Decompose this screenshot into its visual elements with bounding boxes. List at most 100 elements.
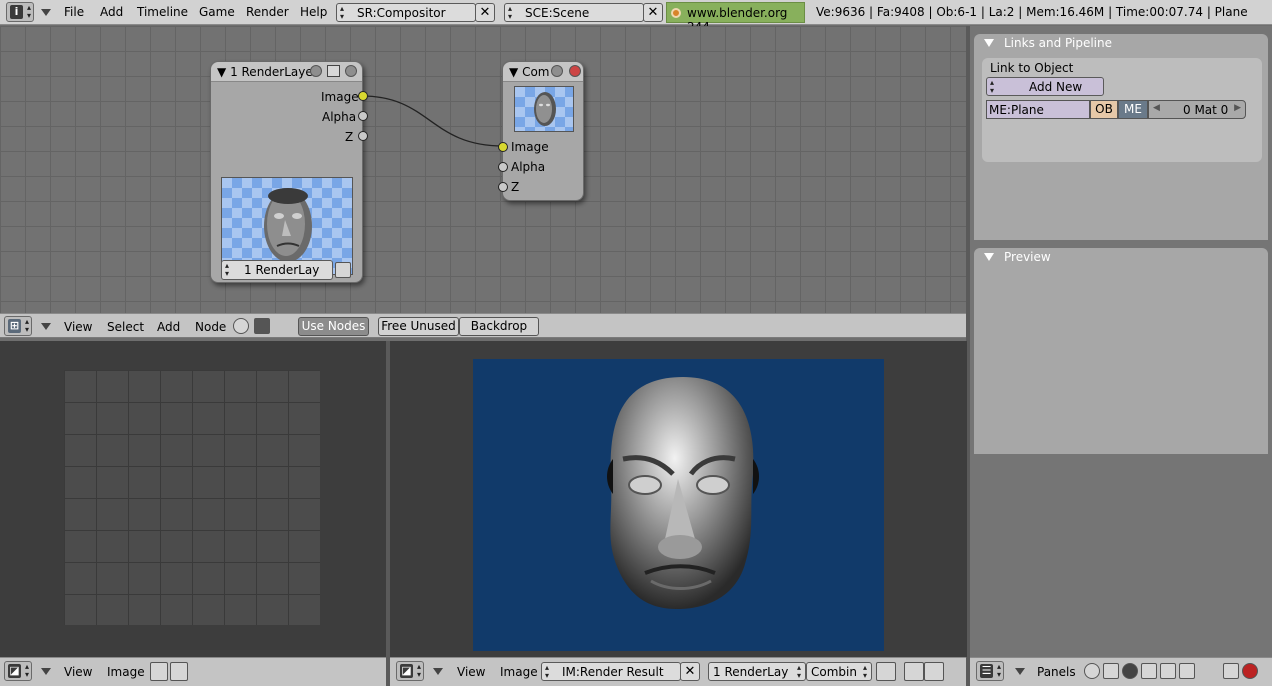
spinner-icon: ▴ ▾ [990,78,995,95]
scene-selector[interactable]: ▴ ▾ SCE:Scene [504,3,644,22]
spinner-icon: ▴ ▾ [796,663,801,680]
website-link[interactable]: www.blender.org 244 [666,2,805,34]
output-image-socket[interactable] [358,91,368,101]
collapse-triangle-icon[interactable]: ▼ [217,65,226,79]
decrement-arrow-icon[interactable]: ◀ [1153,103,1160,113]
uv-editor-canvas[interactable] [0,341,386,657]
blender-logo-icon [671,8,681,18]
editor-type-menu[interactable]: ☰ ▴ ▾ [976,661,1004,681]
lock-icon[interactable] [170,662,188,681]
menu-game[interactable]: Game [199,5,235,19]
node-close-icon[interactable] [569,65,581,77]
backdrop-toggle[interactable]: Backdrop [459,317,539,336]
node-preview-icon[interactable] [345,65,357,77]
node-header[interactable]: ▼ Com [503,62,583,82]
zoom-icon[interactable] [904,662,924,681]
image-selector[interactable]: ▴ ▾ IM:Render Result [541,662,681,681]
panel-links-header[interactable]: Links and Pipeline [974,34,1268,52]
delete-scene-button[interactable]: ✕ [643,3,663,22]
add-new-button[interactable]: ▴ ▾ Add New [986,77,1104,96]
panels-menu[interactable]: Panels [1037,665,1076,679]
node-header[interactable]: ▼ 1 RenderLaye [211,62,362,82]
collapse-menu-icon[interactable] [41,9,51,16]
collapse-triangle-icon[interactable] [984,39,994,47]
buttons-window: Links and Pipeline Link to Object ▴ ▾ Add… [970,26,1272,657]
render-layer-selector[interactable]: 1 RenderLay ▴ ▾ [708,662,806,681]
node-options-icon[interactable] [310,65,322,77]
delete-screen-button[interactable]: ✕ [475,3,495,22]
image-editor-canvas[interactable] [390,341,967,657]
collapse-triangle-icon[interactable] [984,253,994,261]
collapse-menu-icon[interactable] [433,668,443,675]
render-layer-selector[interactable]: ▴ ▾ 1 RenderLay [221,260,333,280]
uv-grid [64,370,320,625]
shading-icon[interactable] [1122,663,1138,679]
screen-selector[interactable]: ▴ ▾ SR:Compositor [336,3,476,22]
menu-image[interactable]: Image [500,665,538,679]
editor-type-menu[interactable]: ◪ ▴ ▾ [4,661,32,681]
rendered-face [607,377,759,609]
collapse-triangle-icon[interactable]: ▼ [509,65,518,79]
menu-file[interactable]: File [64,5,84,19]
link-to-object-label: Link to Object [990,61,1074,75]
spinner-icon: ▴ ▾ [340,4,345,21]
lamp-icon[interactable] [1223,663,1239,679]
menu-add[interactable]: Add [157,320,180,334]
material-nodes-icon[interactable] [233,318,249,334]
output-alpha-label: Alpha [322,110,357,124]
ob-toggle[interactable]: OB [1090,100,1118,119]
output-z-socket[interactable] [358,131,368,141]
buttons-window-icon: ☰ [980,664,993,678]
menu-add[interactable]: Add [100,5,123,19]
spinner-icon: ▴ ▾ [508,4,513,21]
collapse-menu-icon[interactable] [41,323,51,330]
editor-type-menu[interactable]: i ▴ ▾ [6,2,34,22]
input-alpha-socket[interactable] [498,162,508,172]
menu-node[interactable]: Node [195,320,226,334]
menu-render[interactable]: Render [246,5,289,19]
menu-view[interactable]: View [64,665,92,679]
node-editor-canvas[interactable]: ▼ 1 RenderLaye Image Alpha Z ▴ ▾ 1 Rende… [0,26,966,313]
increment-arrow-icon[interactable]: ▶ [1234,103,1241,113]
unlink-image-button[interactable]: ✕ [680,662,700,681]
node-hide-icon[interactable] [327,65,340,77]
logic-icon[interactable] [1084,663,1100,679]
use-nodes-toggle[interactable]: Use Nodes [298,317,369,336]
menu-view[interactable]: View [64,320,92,334]
menu-view[interactable]: View [457,665,485,679]
output-alpha-socket[interactable] [358,111,368,121]
editor-type-menu[interactable]: ◪ ▴ ▾ [396,661,424,681]
spinner-icon: ▴ ▾ [26,3,31,20]
collapse-menu-icon[interactable] [41,668,51,675]
panel-preview-header[interactable]: Preview [974,248,1268,266]
image-browse-button[interactable] [150,662,168,681]
render-layer-image-icon[interactable] [335,262,351,278]
free-unused-button[interactable]: Free Unused [378,317,459,336]
output-image-label: Image [321,90,359,104]
input-image-label: Image [511,140,549,154]
menu-timeline[interactable]: Timeline [137,5,188,19]
mesh-name-field[interactable]: ME:Plane [986,100,1090,119]
script-icon[interactable] [1103,663,1119,679]
record-dot-icon[interactable] [924,662,944,681]
me-toggle[interactable]: ME [1118,100,1148,119]
node-options-icon[interactable] [551,65,563,77]
material-icon[interactable] [1242,663,1258,679]
composite-nodes-icon[interactable] [254,318,270,334]
editor-type-menu[interactable]: ⊞ ▴ ▾ [4,316,32,336]
menu-image[interactable]: Image [107,665,145,679]
input-image-socket[interactable] [498,142,508,152]
editing-icon[interactable] [1160,663,1176,679]
menu-select[interactable]: Select [107,320,144,334]
render-pass-selector[interactable]: Combin ▴ ▾ [806,662,872,681]
material-index-field[interactable]: ◀ 0 Mat 0 ▶ [1148,100,1246,119]
scene-icon[interactable] [1179,663,1195,679]
paint-brush-icon[interactable] [876,662,896,681]
input-z-socket[interactable] [498,182,508,192]
collapse-menu-icon[interactable] [1015,668,1025,675]
menu-help[interactable]: Help [300,5,327,19]
object-icon[interactable] [1141,663,1157,679]
render-layers-node[interactable]: ▼ 1 RenderLaye Image Alpha Z ▴ ▾ 1 Rende… [210,61,368,283]
composite-node[interactable]: ▼ Com Image Alpha Z [498,61,584,201]
panel-preview-body [974,266,1268,454]
